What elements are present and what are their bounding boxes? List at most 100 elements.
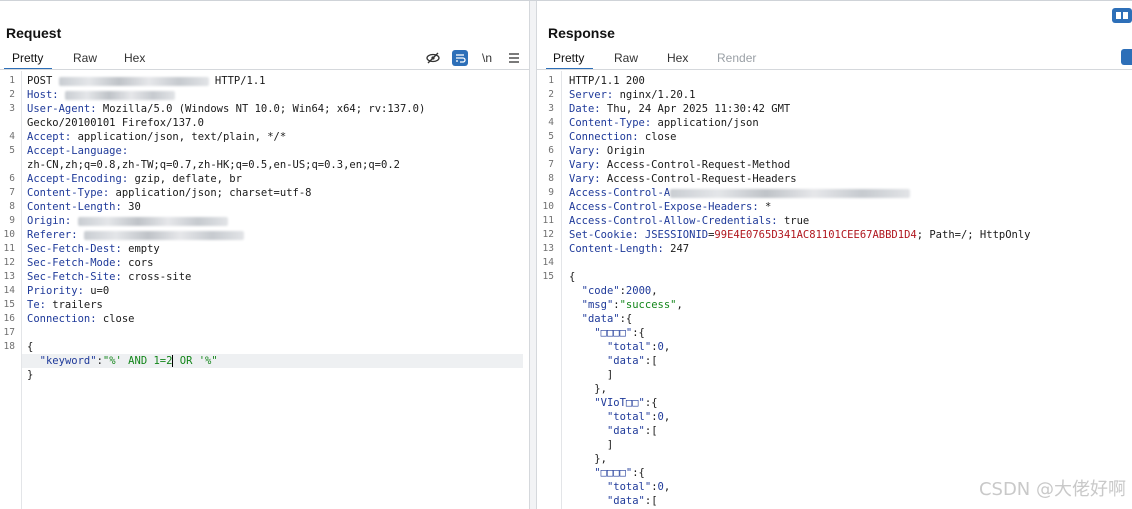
header-name: Host:	[27, 89, 59, 101]
show-newlines-icon[interactable]: \n	[478, 49, 496, 67]
request-code-line: 4 Accept: application/json, text/plain, *…	[0, 130, 529, 144]
response-code-line: 8 Vary: Access-Control-Request-Headers	[537, 172, 1132, 186]
json-key: "code"	[581, 285, 620, 297]
line-content: Sec-Fetch-Site: cross-site	[27, 270, 191, 284]
line-number: 8	[548, 173, 554, 184]
response-code-line: 3 Date: Thu, 24 Apr 2025 11:30:42 GMT	[537, 102, 1132, 116]
code-text: application/json	[651, 117, 759, 129]
code-text: trailers	[45, 299, 103, 311]
json-key: "total"	[606, 341, 652, 353]
line-content: Content-Type: application/json; charset=…	[27, 186, 311, 200]
line-content: }	[27, 368, 33, 382]
code-text: ,	[663, 341, 671, 353]
code-text: cors	[121, 257, 154, 269]
response-code-line: 5 Connection: close	[537, 130, 1132, 144]
header-name: Origin:	[27, 215, 72, 227]
line-content: Origin:	[27, 214, 228, 228]
request-code-line: 14 Priority: u=0	[0, 284, 529, 298]
request-code-line: "keyword":"%' AND 1=2 OR '%"	[0, 354, 529, 368]
response-code-line: 11 Access-Control-Allow-Credentials: true	[537, 214, 1132, 228]
response-code-line: 13 Content-Length: 247	[537, 242, 1132, 256]
response-tab-pretty[interactable]: Pretty	[553, 51, 584, 65]
line-content: Connection: close	[569, 130, 676, 144]
line-content: Sec-Fetch-Mode: cors	[27, 256, 153, 270]
line-content: "total":0,	[569, 480, 670, 494]
code-text: nginx/1.20.1	[613, 89, 696, 101]
line-number: 5	[9, 145, 15, 156]
wrap-lines-icon[interactable]	[451, 49, 469, 67]
request-tab-hex[interactable]: Hex	[124, 51, 145, 65]
line-number: 15	[3, 299, 15, 310]
code-text: Gecko/20100101 Firefox/137.0	[27, 117, 205, 129]
json-key: "keyword"	[39, 355, 97, 367]
line-number: 7	[548, 159, 554, 170]
request-title: Request	[6, 25, 62, 41]
response-code-line: 10 Access-Control-Expose-Headers: *	[537, 200, 1132, 214]
request-tab-pretty[interactable]: Pretty	[12, 51, 43, 65]
response-tab-hex[interactable]: Hex	[667, 51, 688, 65]
response-code-line: "code":2000,	[537, 284, 1132, 298]
line-number: 4	[548, 117, 554, 128]
response-tab-raw[interactable]: Raw	[614, 51, 638, 65]
line-number: 18	[3, 341, 15, 352]
json-string: "success"	[619, 299, 677, 311]
response-code-line: "VIoT□□":{	[537, 396, 1132, 410]
json-key: "msg"	[581, 299, 614, 311]
code-text: },	[569, 453, 607, 465]
line-content: "data":[	[569, 494, 658, 508]
request-tab-raw[interactable]: Raw	[73, 51, 97, 65]
layout-toggle-icon[interactable]	[1112, 8, 1132, 23]
line-number: 10	[542, 201, 554, 212]
response-code-line: 12 Set-Cookie: JSESSIONID=99E4E0765D341AC…	[537, 228, 1132, 242]
request-code-line: 5 Accept-Language:	[0, 144, 529, 158]
request-code-line: 9 Origin:	[0, 214, 529, 228]
line-content: Content-Length: 247	[569, 242, 689, 256]
line-content: "□□□□":{	[569, 326, 645, 340]
response-code-line: "□□□□":{	[537, 326, 1132, 340]
line-content: Priority: u=0	[27, 284, 109, 298]
header-name: Vary:	[569, 145, 601, 157]
header-name: Access-Control-Expose-Headers:	[569, 201, 759, 213]
response-tab-render[interactable]: Render	[717, 51, 756, 65]
line-number: 3	[9, 103, 15, 114]
request-code-line: 16 Connection: close	[0, 312, 529, 326]
request-code-line: 6 Accept-Encoding: gzip, deflate, br	[0, 172, 529, 186]
line-content: "data":[	[569, 424, 658, 438]
code-text: :{	[632, 327, 645, 339]
json-key: "data"	[606, 355, 645, 367]
menu-icon[interactable]	[505, 49, 523, 67]
line-number: 1	[9, 75, 15, 86]
response-code-line: ]	[537, 438, 1132, 452]
response-code-line: 6 Vary: Origin	[537, 144, 1132, 158]
hide-nonprintable-icon[interactable]	[424, 49, 442, 67]
json-key: "□□□□"	[594, 467, 633, 479]
code-text: empty	[121, 243, 160, 255]
line-content: "total":0,	[569, 340, 670, 354]
line-content: User-Agent: Mozilla/5.0 (Windows NT 10.0…	[27, 102, 425, 116]
response-code-line: 15 {	[537, 270, 1132, 284]
code-text: :{	[644, 397, 658, 409]
header-name: Content-Length:	[27, 201, 122, 213]
line-content: Host:	[27, 88, 175, 102]
pane-splitter[interactable]	[529, 1, 537, 509]
line-content: Gecko/20100101 Firefox/137.0	[27, 116, 204, 130]
line-content: },	[569, 452, 607, 466]
line-content: Access-Control-Expose-Headers: *	[569, 200, 771, 214]
response-code-line: 7 Vary: Access-Control-Request-Method	[537, 158, 1132, 172]
header-name: Access-Control-A	[569, 187, 671, 199]
code-text: Mozilla/5.0 (Windows NT 10.0; Win64; x64…	[96, 103, 426, 115]
code-text: :{	[632, 467, 645, 479]
line-content: "□□□□":{	[569, 466, 645, 480]
request-editor[interactable]: 1 POST HTTP/1.1 2 Host: 3 User-Agent: Mozill…	[0, 71, 529, 509]
line-number: 2	[9, 89, 15, 100]
request-code-line: 8 Content-Length: 30	[0, 200, 529, 214]
line-content: "keyword":"%' AND 1=2 OR '%"	[27, 354, 218, 368]
response-editor[interactable]: 1 HTTP/1.1 200 2 Server: nginx/1.20.1 3 Date:…	[537, 71, 1132, 509]
response-wrap-lines-icon[interactable]	[1121, 49, 1132, 65]
